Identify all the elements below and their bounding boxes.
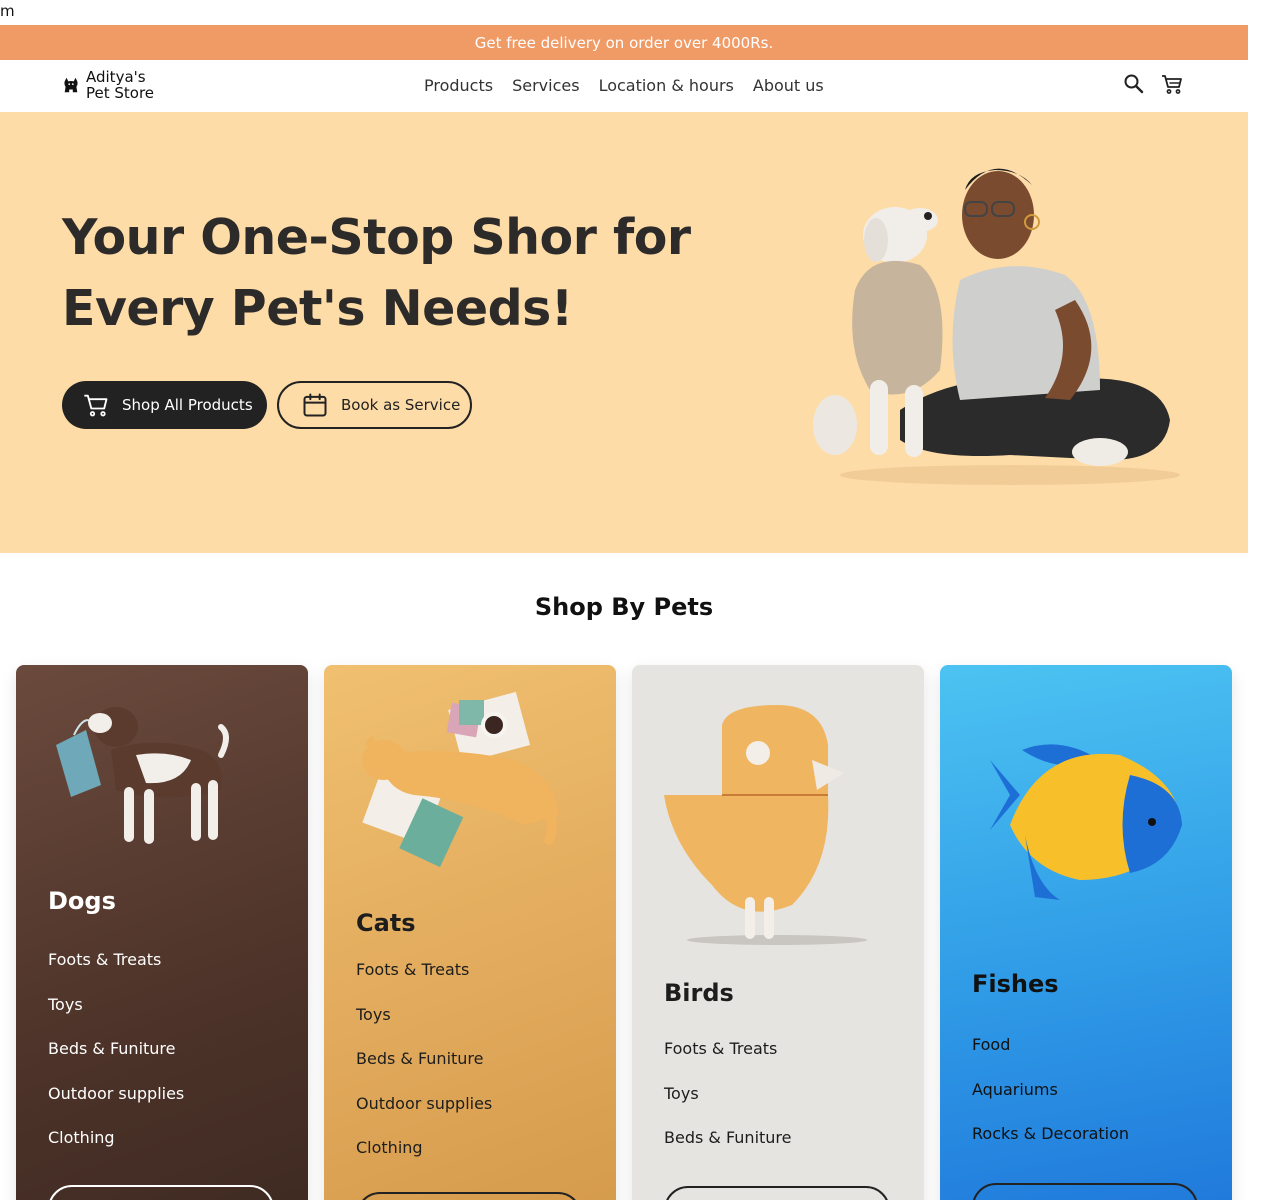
fish-illustration	[990, 744, 1182, 900]
shop-all-products-label: Shop All Products	[122, 396, 253, 414]
hero-title: Your One-Stop Shor for Every Pet's Needs…	[62, 202, 762, 344]
store-logo[interactable]: Aditya's Pet Store	[62, 69, 154, 101]
cat-lying-illustration	[362, 691, 559, 868]
logo-line-1: Aditya's	[86, 68, 146, 86]
nav-link-products[interactable]: Products	[424, 76, 493, 95]
fishes-item-rocks-decoration[interactable]: Rocks & Decoration	[972, 1124, 1129, 1169]
birds-card-button[interactable]	[664, 1186, 890, 1200]
shop-all-products-button[interactable]: Shop All Products	[62, 381, 267, 429]
dogs-category-list: Foots & Treats Toys Beds & Funiture Outd…	[48, 950, 184, 1173]
hero-title-line-1: Your One-Stop Shor for	[62, 209, 691, 266]
pet-card-dogs[interactable]: Dogs Foots & Treats Toys Beds & Funiture…	[16, 665, 308, 1200]
cart-icon[interactable]	[1160, 72, 1184, 96]
shop-by-pets-title: Shop By Pets	[534, 593, 714, 621]
nav-link-services[interactable]: Services	[512, 76, 579, 95]
nav-icons	[1122, 72, 1184, 96]
fishes-item-food[interactable]: Food	[972, 1035, 1129, 1080]
dogs-item-foods-treats[interactable]: Foots & Treats	[48, 950, 184, 995]
birds-item-toys[interactable]: Toys	[664, 1084, 792, 1129]
hero-title-line-2: Every Pet's Needs!	[62, 280, 573, 337]
birds-item-beds-furniture[interactable]: Beds & Funiture	[664, 1128, 792, 1173]
fishes-item-aquariums[interactable]: Aquariums	[972, 1080, 1129, 1125]
search-icon[interactable]	[1122, 72, 1146, 96]
person-with-dog-illustration	[813, 168, 1180, 485]
birds-item-foods-treats[interactable]: Foots & Treats	[664, 1039, 792, 1084]
dogs-card-button[interactable]	[48, 1185, 274, 1200]
nav-link-location-hours[interactable]: Location & hours	[599, 76, 734, 95]
cats-item-toys[interactable]: Toys	[356, 1005, 492, 1050]
pet-card-cats[interactable]: Cats Foots & Treats Toys Beds & Funiture…	[324, 665, 616, 1200]
promo-banner: Get free delivery on order over 4000Rs.	[0, 25, 1248, 60]
cats-item-beds-furniture[interactable]: Beds & Funiture	[356, 1049, 492, 1094]
promo-text: Get free delivery on order over 4000Rs.	[474, 33, 774, 52]
card-title-fishes: Fishes	[972, 970, 1059, 998]
card-title-dogs: Dogs	[48, 887, 116, 915]
hero-section: Your One-Stop Shor for Every Pet's Needs…	[0, 112, 1248, 553]
cats-category-list: Foots & Treats Toys Beds & Funiture Outd…	[356, 960, 492, 1183]
cats-card-button[interactable]	[356, 1192, 582, 1200]
dogs-item-beds-furniture[interactable]: Beds & Funiture	[48, 1039, 184, 1084]
dogs-item-clothing[interactable]: Clothing	[48, 1128, 184, 1173]
dogs-item-toys[interactable]: Toys	[48, 995, 184, 1040]
pet-card-fishes[interactable]: Fishes Food Aquariums Rocks & Decoration	[940, 665, 1232, 1200]
pet-card-birds[interactable]: Birds Foots & Treats Toys Beds & Funitur…	[632, 665, 924, 1200]
card-title-birds: Birds	[664, 979, 734, 1007]
top-navigation: Aditya's Pet Store Products Services Loc…	[0, 60, 1248, 112]
book-service-button[interactable]: Book as Service	[277, 381, 472, 429]
birds-category-list: Foots & Treats Toys Beds & Funiture	[664, 1039, 792, 1173]
cats-item-outdoor-supplies[interactable]: Outdoor supplies	[356, 1094, 492, 1139]
nav-link-about-us[interactable]: About us	[753, 76, 824, 95]
book-service-label: Book as Service	[341, 396, 461, 414]
logo-text: Aditya's Pet Store	[86, 69, 154, 101]
dogs-item-outdoor-supplies[interactable]: Outdoor supplies	[48, 1084, 184, 1129]
nav-links: Products Services Location & hours About…	[424, 76, 824, 95]
cat-logo-icon	[64, 77, 78, 93]
fishes-category-list: Food Aquariums Rocks & Decoration	[972, 1035, 1129, 1169]
cats-item-foods-treats[interactable]: Foots & Treats	[356, 960, 492, 1005]
fishes-card-button[interactable]	[972, 1183, 1198, 1200]
dog-with-bag-illustration	[56, 707, 229, 844]
bird-toy-illustration	[664, 705, 867, 945]
cart-icon	[84, 394, 108, 417]
cats-item-clothing[interactable]: Clothing	[356, 1138, 492, 1183]
stray-text: m	[0, 2, 15, 20]
card-title-cats: Cats	[356, 909, 416, 937]
logo-line-2: Pet Store	[86, 84, 155, 102]
calendar-icon	[303, 393, 327, 417]
